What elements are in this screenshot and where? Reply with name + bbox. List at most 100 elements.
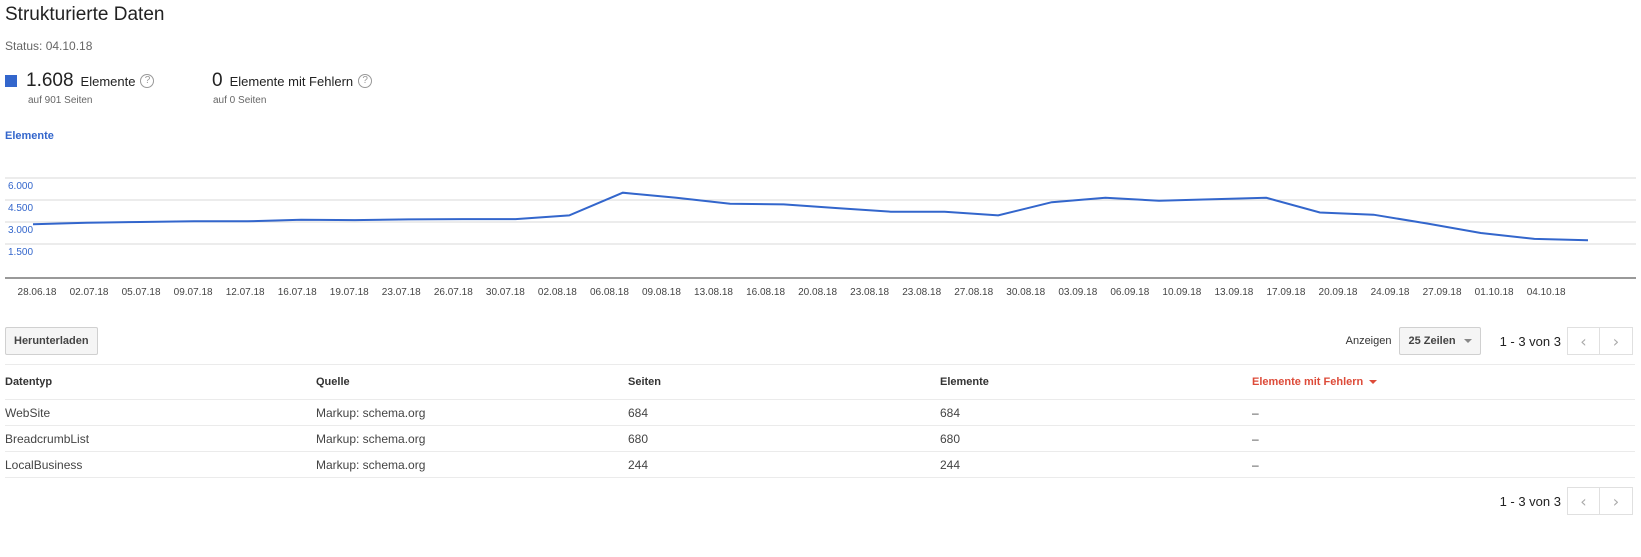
data-point[interactable] — [404, 215, 412, 223]
data-point[interactable] — [512, 215, 520, 223]
x-tick-label: 12.07.18 — [226, 287, 265, 298]
data-point[interactable] — [1262, 194, 1270, 202]
x-tick-label: 09.07.18 — [174, 287, 213, 298]
metric-errors: 0 Elemente mit Fehlern ? auf 0 Seiten — [212, 70, 373, 106]
chevron-left-icon: ‹ — [1580, 331, 1587, 351]
cell-fehler: – — [1252, 457, 1259, 472]
data-point[interactable] — [351, 216, 359, 224]
x-tick-label: 02.07.18 — [70, 287, 109, 298]
data-point[interactable] — [458, 215, 466, 223]
cell-seiten: 680 — [628, 431, 649, 446]
chevron-right-icon: › — [1612, 331, 1620, 351]
x-tick-label: 30.08.18 — [1006, 287, 1045, 298]
pager-top: Anzeigen 25 Zeilen 1 - 3 von 3 ‹ › — [1346, 327, 1633, 355]
rows-per-page-value: 25 Zeilen — [1408, 335, 1456, 347]
cell-datentyp: WebSite — [5, 405, 51, 420]
data-point[interactable] — [565, 211, 573, 219]
data-point[interactable] — [1155, 197, 1163, 205]
x-tick-label: 06.08.18 — [590, 287, 629, 298]
x-tick-label: 27.09.18 — [1423, 287, 1462, 298]
page-title: Strukturierte Daten — [5, 4, 165, 25]
cell-fehler: – — [1252, 405, 1259, 420]
metric-errors-label: Elemente mit Fehlern — [229, 73, 354, 89]
next-page-button[interactable]: › — [1600, 487, 1633, 515]
metric-errors-sub: auf 0 Seiten — [213, 95, 267, 106]
cell-datentyp: LocalBusiness — [5, 457, 83, 472]
cell-datentyp: BreadcrumbList — [5, 431, 90, 446]
y-tick-label: 4.500 — [8, 203, 33, 214]
x-tick-label: 24.09.18 — [1371, 287, 1410, 298]
column-header-elemente-mit-fehlern[interactable]: Elemente mit Fehlern — [1252, 365, 1378, 399]
data-point[interactable] — [1477, 229, 1485, 237]
prev-page-button[interactable]: ‹ — [1567, 487, 1600, 515]
data-point[interactable] — [1101, 194, 1109, 202]
x-tick-label: 28.06.18 — [18, 287, 57, 298]
x-tick-label: 23.08.18 — [850, 287, 889, 298]
table-row[interactable]: LocalBusiness Markup: schema.org 244 244… — [5, 452, 1635, 478]
data-point[interactable] — [619, 189, 627, 197]
x-tick-label: 13.09.18 — [1214, 287, 1253, 298]
caret-down-icon — [1463, 339, 1472, 343]
help-icon[interactable]: ? — [358, 74, 373, 88]
data-point[interactable] — [297, 216, 305, 224]
data-point[interactable] — [994, 211, 1002, 219]
data-point[interactable] — [1423, 219, 1431, 227]
data-point[interactable] — [29, 220, 37, 228]
column-header-quelle[interactable]: Quelle — [316, 365, 350, 399]
cell-seiten: 684 — [628, 405, 649, 420]
sort-caret-icon — [1369, 380, 1378, 384]
data-point[interactable] — [1048, 198, 1056, 206]
next-page-button[interactable]: › — [1600, 327, 1633, 355]
x-tick-label: 20.09.18 — [1319, 287, 1358, 298]
data-point[interactable] — [1584, 236, 1592, 244]
download-button[interactable]: Herunterladen — [5, 327, 98, 355]
column-header-seiten[interactable]: Seiten — [628, 365, 661, 399]
data-point[interactable] — [726, 200, 734, 208]
prev-page-button[interactable]: ‹ — [1567, 327, 1600, 355]
data-point[interactable] — [833, 204, 841, 212]
data-point[interactable] — [83, 219, 91, 227]
x-tick-label: 04.10.18 — [1527, 287, 1566, 298]
data-point[interactable] — [136, 218, 144, 226]
data-point[interactable] — [190, 217, 198, 225]
data-point[interactable] — [1370, 211, 1378, 219]
table-row[interactable]: WebSite Markup: schema.org 684 684 – — [5, 400, 1635, 426]
metric-items-label: Elemente — [80, 73, 136, 89]
chevron-right-icon: › — [1612, 491, 1620, 511]
help-icon[interactable]: ? — [140, 74, 155, 88]
data-point[interactable] — [243, 217, 251, 225]
x-tick-label: 02.08.18 — [538, 287, 577, 298]
rows-per-page-select[interactable]: 25 Zeilen — [1399, 327, 1481, 355]
cell-quelle: Markup: schema.org — [316, 431, 426, 446]
column-header-datentyp[interactable]: Datentyp — [5, 365, 52, 399]
range-text: 1 - 3 von 3 — [1499, 493, 1561, 509]
x-tick-label: 16.07.18 — [278, 287, 317, 298]
cell-fehler: – — [1252, 431, 1259, 446]
data-point[interactable] — [1209, 195, 1217, 203]
cell-quelle: Markup: schema.org — [316, 405, 426, 420]
data-point[interactable] — [780, 200, 788, 208]
x-tick-label: 30.07.18 — [486, 287, 525, 298]
data-table: Datentyp Quelle Seiten Elemente Elemente… — [5, 364, 1635, 478]
chevron-left-icon: ‹ — [1580, 491, 1587, 511]
cell-elemente: 684 — [940, 405, 961, 420]
metric-items-value: 1.608 — [26, 70, 74, 91]
data-point[interactable] — [941, 208, 949, 216]
x-tick-label: 27.08.18 — [954, 287, 993, 298]
x-tick-label: 16.08.18 — [746, 287, 785, 298]
x-tick-label: 01.10.18 — [1475, 287, 1514, 298]
x-tick-label: 26.07.18 — [434, 287, 473, 298]
y-tick-label: 3.000 — [8, 225, 33, 236]
column-header-elemente[interactable]: Elemente — [940, 365, 989, 399]
y-tick-label: 6.000 — [8, 181, 33, 192]
x-tick-label: 03.09.18 — [1058, 287, 1097, 298]
x-tick-label: 23.07.18 — [382, 287, 421, 298]
data-point[interactable] — [887, 208, 895, 216]
data-point[interactable] — [1530, 235, 1538, 243]
sorted-column-label: Elemente mit Fehlern — [1252, 376, 1364, 388]
data-point[interactable] — [672, 194, 680, 202]
table-row[interactable]: BreadcrumbList Markup: schema.org 680 68… — [5, 426, 1635, 452]
status-line: Status: 04.10.18 — [5, 39, 93, 53]
data-point[interactable] — [1316, 208, 1324, 216]
metric-items: 1.608 Elemente ? auf 901 Seiten — [5, 70, 155, 106]
